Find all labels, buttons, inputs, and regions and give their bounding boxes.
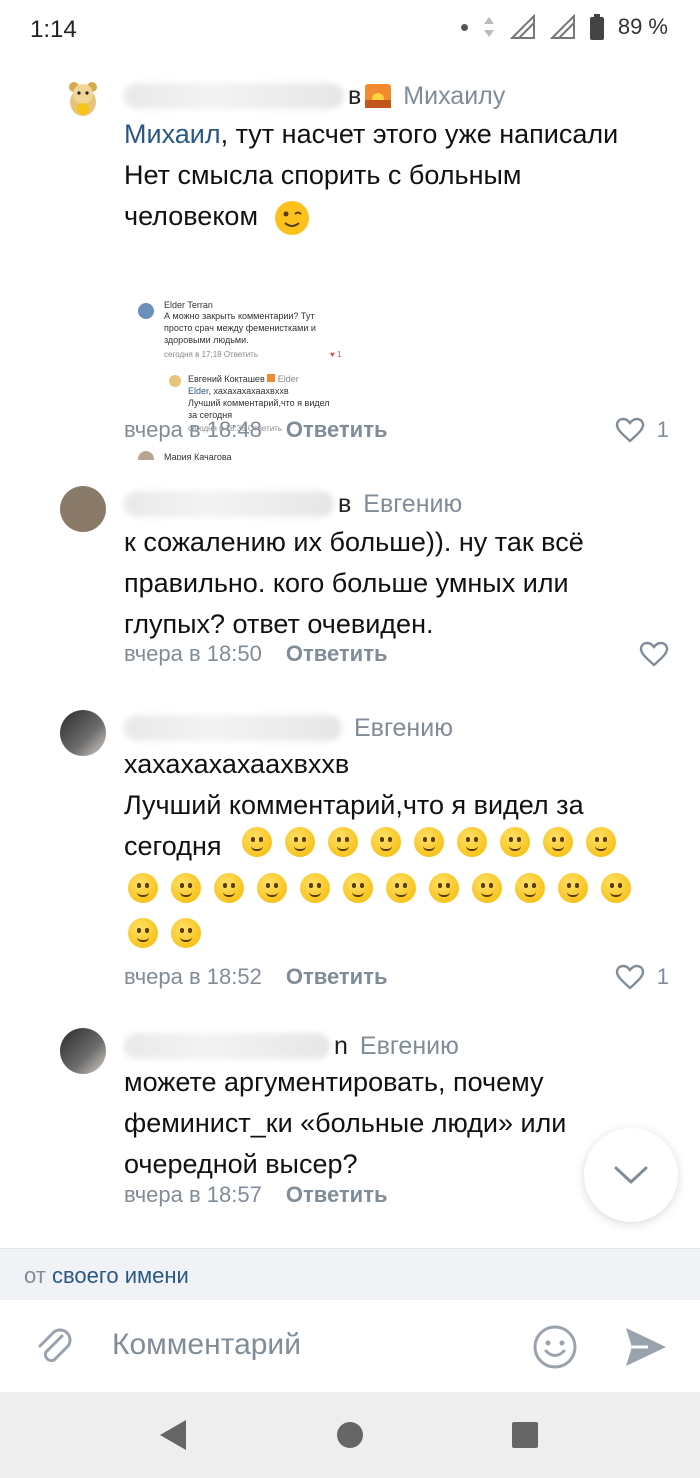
emoji-icon [300,873,330,903]
sunset-emoji-icon [267,374,276,382]
like-count: 1 [656,417,669,442]
emoji-icon [257,873,287,903]
comment-time: вчера в 18:57 [124,1182,262,1207]
emoji-icon [343,873,373,903]
emoji-icon [128,918,158,948]
comment-time: вчера в 18:48 [124,417,262,442]
chevron-down-icon [614,1166,648,1184]
home-nav-icon[interactable] [336,1421,364,1449]
status-bar: 1:14 89 % [0,0,700,58]
heart-filled-icon: ♥ [330,350,335,359]
comment-text: к сожалению их больше)). ну так всё прав… [124,527,584,639]
emoji-icon [429,873,459,903]
comment-time: вчера в 18:52 [124,964,262,989]
emoji-icon [386,873,416,903]
comment-input[interactable]: Комментарий [112,1328,301,1362]
comment-time: вчера в 18:50 [124,641,262,666]
like-button[interactable]: 1 [615,964,669,990]
emoji-icon [171,918,201,948]
mention-link[interactable]: Михаил [124,119,221,149]
reply-button[interactable]: Ответить [286,964,388,990]
comment-meta: вчера в 18:52 Ответить 1 [124,962,669,992]
send-icon[interactable] [624,1326,668,1368]
emoji-icon [285,827,315,857]
recents-nav-icon[interactable] [511,1421,539,1449]
sunset-emoji-icon [365,84,392,108]
comment-meta: вчера в 18:50 Ответить [124,639,669,669]
status-icons: 89 % [460,14,668,40]
heart-outline-icon [615,417,644,443]
comment-text: можете аргументировать, почему феминист_… [124,1067,567,1179]
avatar[interactable] [60,486,106,532]
post-as-link[interactable]: своего имени [52,1263,189,1288]
like-button[interactable] [639,641,669,667]
attach-paperclip-icon[interactable] [32,1324,78,1370]
author-name-blurred[interactable] [124,491,334,517]
emoji-icon [472,873,502,903]
hamster-avatar-icon [69,82,97,116]
comment-composer: Комментарий [0,1300,700,1392]
emoji-icon [414,827,444,857]
reply-to-link[interactable]: Евгению [360,1032,459,1061]
emoji-icon [371,827,401,857]
back-nav-icon[interactable] [158,1418,188,1452]
wink-emoji-icon [274,200,309,235]
emoji-icon [601,873,631,903]
reply-to-link[interactable]: Евгению [354,714,453,743]
comments-feed[interactable]: в Михаилу Михаил, тут насчет этого уже н… [0,58,700,1248]
notification-dot-icon [460,23,468,31]
hamster-avatar-icon [169,375,181,387]
emoji-icon [328,827,358,857]
heart-outline-icon [615,964,644,990]
author-name-tail[interactable]: в [348,82,361,111]
like-button[interactable]: 1 [615,417,669,443]
signal-icon [509,14,535,39]
heart-outline-icon [639,641,669,667]
author-name-blurred[interactable] [124,83,344,109]
emoji-icon [128,873,158,903]
reply-button[interactable]: Ответить [286,417,388,443]
comment-text: Михаил, тут насчет этого уже написали Не… [124,114,664,237]
emoji-icon [171,873,201,903]
data-arrows-icon [483,17,494,37]
emoji-sequence [128,918,658,948]
emoji-icon [242,827,272,857]
comment-author-row: n Евгению [124,1028,459,1064]
comment-author-row: в Евгению [124,486,462,522]
like-count: 1 [656,964,669,989]
post-as-bar[interactable]: от своего имени [0,1248,700,1300]
reply-to-link[interactable]: Евгению [363,490,462,519]
comment-meta: вчера в 18:48 Ответить 1 [124,415,669,445]
author-name-blurred[interactable] [124,1033,330,1059]
emoji-icon [558,873,588,903]
avatar [138,303,154,319]
signal-icon-2 [549,14,575,39]
avatar[interactable] [60,1028,106,1074]
reply-to-link[interactable]: Михаилу [403,82,505,111]
emoji-icon [543,827,573,857]
smiley-icon[interactable] [532,1324,578,1370]
author-name-tail[interactable]: в [338,490,351,519]
reply-button[interactable]: Ответить [286,1182,388,1208]
avatar[interactable] [60,710,106,756]
comment-author-row: в Михаилу [124,78,505,114]
emoji-sequence [128,873,658,903]
emoji-icon [457,827,487,857]
emoji-icon [214,873,244,903]
reply-button[interactable]: Ответить [286,641,388,667]
emoji-icon [500,827,530,857]
emoji-sequence [242,827,662,857]
comment-author-row: Евгению [124,710,453,746]
author-name-tail[interactable]: n [334,1032,348,1061]
emoji-icon [586,827,616,857]
status-time: 1:14 [30,16,77,43]
avatar [138,451,154,460]
avatar[interactable] [60,74,106,120]
system-nav-bar [0,1392,700,1478]
battery-percent: 89 % [617,14,668,39]
emoji-icon [515,873,545,903]
battery-icon [589,14,604,40]
author-name-blurred[interactable] [124,715,342,741]
scroll-down-button[interactable] [584,1128,678,1222]
